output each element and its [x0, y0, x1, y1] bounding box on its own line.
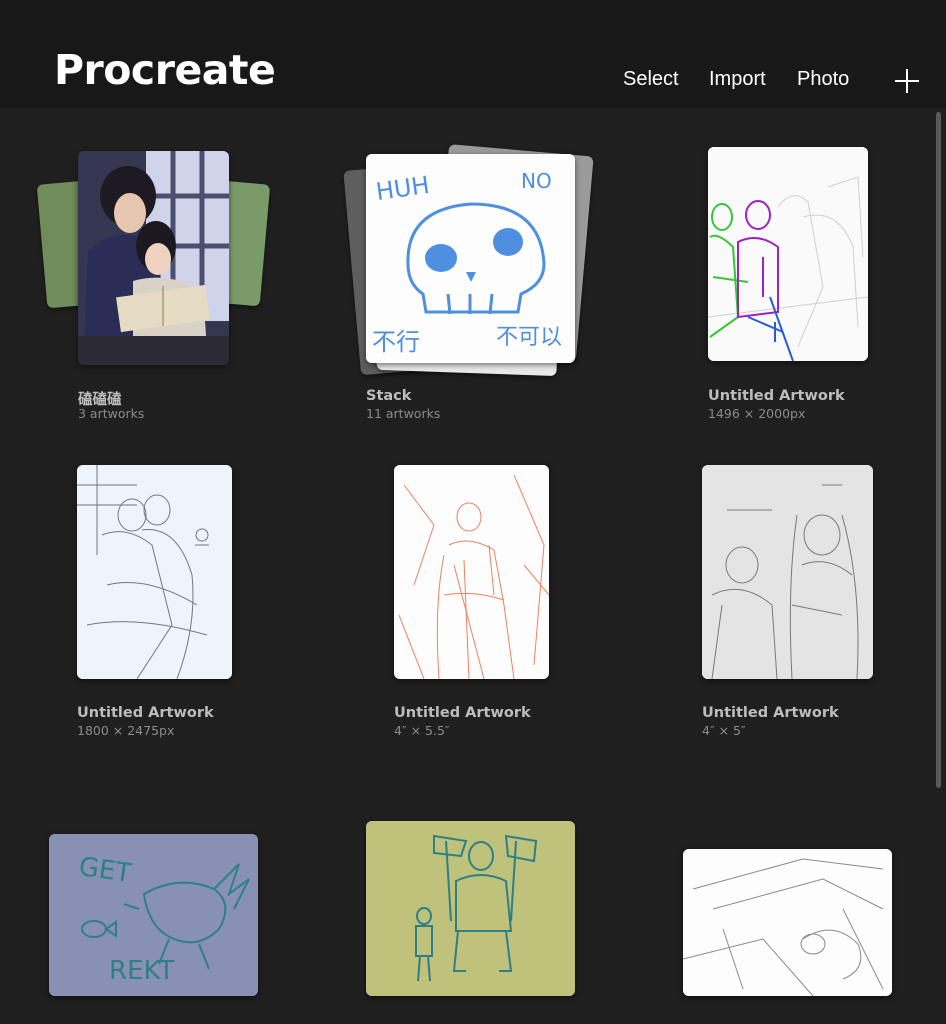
app-title: Procreate — [54, 46, 276, 94]
artwork-title: Untitled Artwork — [394, 705, 531, 721]
artwork-thumbnail[interactable] — [78, 151, 229, 365]
artwork-subtitle: 11 artworks — [366, 406, 441, 421]
bukeyi-text: 不可以 — [496, 325, 562, 350]
buxing-text: 不行 — [372, 328, 420, 356]
photo-button[interactable]: Photo — [797, 69, 849, 89]
no-text: NO — [521, 169, 552, 193]
select-button[interactable]: Select — [623, 69, 679, 89]
artwork-subtitle: 1496 × 2000px — [708, 406, 806, 421]
artwork-thumbnail[interactable] — [394, 465, 549, 679]
scrollbar[interactable] — [936, 112, 941, 788]
artwork-thumbnail[interactable] — [702, 465, 873, 679]
artwork-subtitle: 1800 × 2475px — [77, 723, 175, 738]
artwork-subtitle: 3 artworks — [78, 406, 145, 421]
artwork-thumbnail[interactable] — [708, 147, 868, 361]
artwork-thumbnail[interactable] — [77, 465, 232, 679]
artwork-title: Untitled Artwork — [708, 388, 845, 404]
artwork-subtitle: 4″ × 5″ — [702, 723, 746, 738]
artwork-title: Untitled Artwork — [702, 705, 839, 721]
new-canvas-plus-icon[interactable] — [893, 67, 921, 95]
artwork-subtitle: 4″ × 5.5″ — [394, 723, 450, 738]
import-button[interactable]: Import — [709, 69, 766, 89]
artwork-thumbnail-olive[interactable] — [366, 821, 575, 996]
artwork-title: Untitled Artwork — [77, 705, 214, 721]
rekt-text: REKT — [109, 956, 175, 986]
gallery-item-artwork-6[interactable]: Untitled Artwork 4″ × 5″ — [0, 0, 873, 738]
artwork-thumbnail-purple[interactable]: GET REKT — [49, 834, 258, 996]
artwork-thumbnail-sketch[interactable] — [683, 849, 892, 996]
artwork-title: Stack — [366, 388, 412, 404]
artwork-thumbnail[interactable]: HUH NO 不行 不可以 — [366, 154, 575, 363]
